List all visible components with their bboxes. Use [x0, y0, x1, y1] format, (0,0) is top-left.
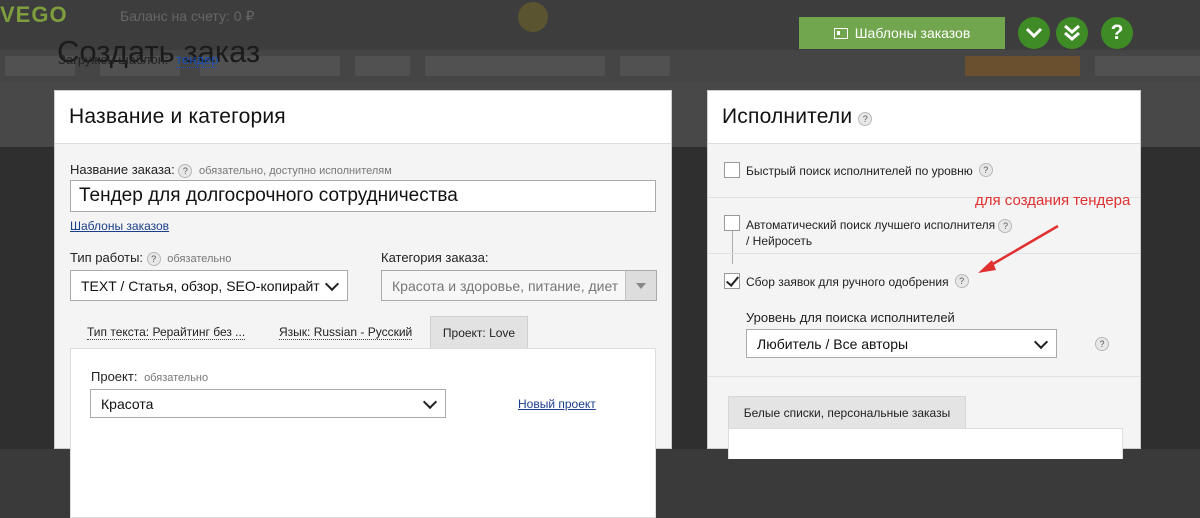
order-settings-tabs: Тип текста: Рерайтинг без ... Язык: Russ…	[70, 316, 656, 518]
work-type-select[interactable]: TEXT / Статья, обзор, SEO-копирайт	[70, 270, 348, 301]
manual-approval-option[interactable]: Сбор заявок для ручного одобрения ?	[724, 273, 969, 289]
level-select[interactable]: Любитель / Все авторы	[746, 329, 1057, 358]
order-name-input[interactable]	[70, 180, 656, 212]
panel-header: Исполнители ?	[708, 91, 1140, 144]
order-templates-link[interactable]: Шаблоны заказов	[70, 219, 169, 233]
background-nav-item	[1095, 56, 1200, 76]
panel-header: Название и категория	[55, 91, 671, 144]
divider	[708, 376, 1140, 377]
divider	[708, 253, 1140, 254]
order-name-note: обязательно, доступно исполнителям	[199, 165, 392, 177]
help-icon[interactable]: ?	[178, 163, 193, 178]
work-type-label-row: Тип работы: ? обязательно	[70, 250, 231, 266]
project-label: Проект:	[91, 369, 138, 384]
panel-body: Название заказа: ? обязательно, доступно…	[55, 144, 671, 518]
work-type-label: Тип работы:	[70, 250, 144, 265]
manual-approval-checkbox[interactable]	[724, 273, 740, 289]
fast-search-checkbox[interactable]	[724, 162, 740, 178]
category-value: Красота и здоровье, питание, диет	[392, 277, 619, 294]
tab-content: Проект: обязательно Красота Новый проект	[70, 348, 656, 518]
auto-search-checkbox[interactable]	[724, 215, 740, 231]
chevron-down-icon	[1025, 27, 1043, 39]
tab-whitelists[interactable]: Белые списки, персональные заказы	[728, 396, 966, 429]
work-type-value: TEXT / Статья, обзор, SEO-копирайт	[81, 277, 320, 294]
background-nav-item	[355, 56, 410, 76]
loaded-template: Загружен шаблон: тендер	[58, 52, 219, 68]
executors-panel: Исполнители ? Быстрый поиск исполнителей…	[707, 90, 1141, 459]
fast-search-option[interactable]: Быстрый поиск исполнителей по уровню ?	[724, 162, 993, 178]
work-type-note: обязательно	[167, 253, 232, 265]
level-value: Любитель / Все авторы	[757, 335, 909, 352]
level-label: Уровень для поиска исполнителей	[746, 310, 955, 325]
option-connector	[732, 231, 733, 264]
chevron-down-icon	[422, 394, 438, 409]
new-project-link[interactable]: Новый проект	[518, 397, 596, 411]
balance-text: Баланс на счету: 0 ₽	[120, 8, 255, 24]
help-button[interactable]: ?	[1101, 17, 1133, 49]
help-icon[interactable]: ?	[146, 251, 161, 266]
background-nav-item	[425, 56, 605, 76]
order-templates-button-label: Шаблоны заказов	[854, 25, 971, 41]
site-logo: VEGO	[0, 2, 68, 27]
category-label: Категория заказа:	[381, 250, 489, 265]
tab-text-type[interactable]: Тип текста: Рерайтинг без ...	[77, 316, 255, 348]
templates-icon	[833, 27, 848, 39]
background-nav-item	[620, 56, 670, 76]
annotation-text: для создания тендера	[975, 192, 1131, 209]
background-badge-icon	[518, 2, 548, 32]
panel-title: Исполнители	[722, 105, 853, 128]
help-icon[interactable]: ?	[954, 274, 969, 288]
tab-language[interactable]: Язык: Russian - Русский	[269, 316, 422, 348]
background-nav-button	[965, 56, 1080, 76]
order-name-label-row: Название заказа: ? обязательно, доступно…	[70, 162, 392, 178]
collapse-button[interactable]	[1018, 17, 1050, 49]
loaded-template-link[interactable]: тендер	[176, 52, 219, 68]
fast-search-label: Быстрый поиск исполнителей по уровню	[746, 164, 973, 178]
whitelists-content	[728, 428, 1123, 459]
order-templates-button[interactable]: Шаблоны заказов	[799, 17, 1005, 49]
project-label-row: Проект: обязательно	[91, 369, 208, 384]
dropdown-arrow-icon	[625, 271, 656, 300]
project-note: обязательно	[144, 372, 209, 384]
collapse-all-button[interactable]	[1056, 17, 1088, 49]
help-icon[interactable]: ?	[978, 163, 993, 177]
chevron-down-icon	[1033, 334, 1049, 349]
project-select[interactable]: Красота	[90, 389, 446, 418]
panel-title: Название и категория	[69, 105, 286, 128]
double-chevron-down-icon	[1064, 24, 1080, 41]
loaded-template-label: Загружен шаблон:	[58, 52, 169, 67]
help-icon[interactable]: ?	[1095, 337, 1109, 351]
help-icon[interactable]: ?	[858, 111, 873, 126]
project-value: Красота	[101, 395, 154, 412]
tab-project[interactable]: Проект: Love	[430, 316, 528, 348]
order-name-label: Название заказа:	[70, 162, 175, 177]
category-select[interactable]: Красота и здоровье, питание, диет	[381, 270, 657, 301]
name-category-panel: Название и категория Название заказа: ? …	[54, 90, 672, 518]
chevron-down-icon	[324, 276, 340, 291]
annotation-arrow-icon	[978, 224, 1059, 273]
manual-approval-label: Сбор заявок для ручного одобрения	[746, 275, 949, 289]
